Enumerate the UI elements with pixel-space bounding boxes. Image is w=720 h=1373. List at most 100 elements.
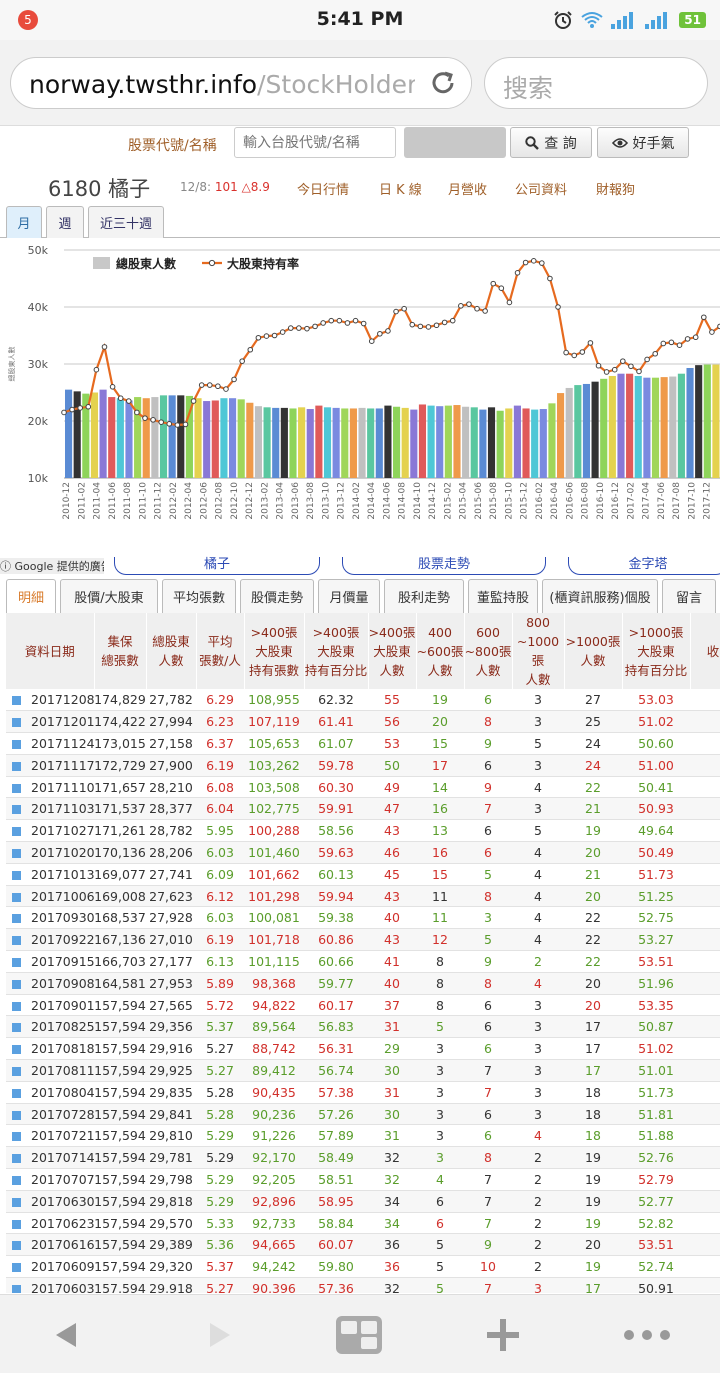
cell-9: 3 — [512, 1081, 564, 1104]
cell-3: 6.03 — [196, 906, 244, 930]
link-today-quote[interactable]: 今日行情 — [297, 179, 349, 198]
cell-1: 174,829 — [94, 689, 146, 712]
tab-week[interactable]: 週 — [46, 206, 84, 238]
cell-close — [690, 906, 720, 930]
stock-code-input[interactable] — [234, 127, 396, 158]
browser-search-box[interactable]: 搜索 — [484, 57, 708, 109]
col-header-1[interactable]: 集保 總張數 — [94, 613, 147, 689]
cell-8: 7 — [464, 1190, 512, 1213]
col-header-11[interactable]: >1000張 大股東 持有百分比 — [622, 613, 691, 689]
tab-average-lots[interactable]: 平均張數 — [162, 579, 236, 613]
line-point — [433, 322, 440, 329]
section-stock-trend[interactable]: 股票走勢 — [342, 557, 546, 575]
link-company-info[interactable]: 公司資料 — [515, 179, 567, 198]
cell-9: 4 — [512, 1124, 564, 1148]
section-pyramid[interactable]: 金字塔 — [568, 557, 720, 575]
col-header-2[interactable]: 總股東 人數 — [146, 613, 197, 689]
cell-11: 53.27 — [622, 928, 690, 952]
back-button[interactable] — [22, 1295, 112, 1373]
cell-3: 5.27 — [196, 1277, 244, 1293]
new-tab-button[interactable] — [458, 1295, 548, 1373]
address-bar[interactable]: norway.twsthr.info/StockHolder — [10, 57, 472, 109]
cell-4: 105,653 — [244, 732, 304, 755]
col-header-5[interactable]: >400張 大股東 持有百分比 — [304, 613, 369, 689]
reload-button[interactable] — [415, 58, 471, 108]
reload-icon — [432, 71, 454, 94]
tab-30-weeks[interactable]: 近三十週 — [88, 206, 164, 238]
cell-6: 53 — [368, 732, 416, 755]
row-marker-icon — [12, 1088, 21, 1098]
col-header-8[interactable]: 600 ~800張 人數 — [464, 613, 513, 689]
info-icon: ⓘ — [0, 560, 11, 573]
bar-shareholders — [298, 407, 306, 478]
cell-1: 157,594 — [94, 1212, 146, 1235]
col-header-10[interactable]: >1000張 人數 — [564, 613, 623, 689]
cell-7: 3 — [416, 1081, 464, 1104]
tab-comments[interactable]: 留言 — [662, 579, 716, 613]
tab-monthly-volume[interactable]: 月價量 — [318, 579, 380, 613]
cell-3: 5.29 — [196, 1146, 244, 1170]
tab-detail[interactable]: 明細 — [6, 579, 56, 613]
cell-10: 21 — [564, 863, 622, 886]
cell-11: 50.60 — [622, 732, 690, 755]
cell-1: 157,594 — [94, 1190, 146, 1213]
col-header-4[interactable]: >400張 大股東 持有張數 — [244, 613, 305, 689]
section-stock-name[interactable]: 橘子 — [114, 557, 320, 575]
cell-close — [690, 928, 720, 952]
cell-9: 3 — [512, 710, 564, 734]
forward-button[interactable] — [174, 1295, 264, 1373]
bar-shareholders — [608, 375, 616, 478]
menu-button[interactable] — [602, 1295, 692, 1373]
x-tick-label: 2013-10 — [321, 482, 331, 520]
cell-7: 5 — [416, 1255, 464, 1279]
search-button[interactable]: 查 詢 — [510, 127, 592, 158]
tab-dividend-trend[interactable]: 股利走勢 — [384, 579, 464, 613]
tab-director-holdings[interactable]: 董監持股 — [468, 579, 538, 613]
tabs-button[interactable] — [314, 1295, 404, 1373]
col-header-9[interactable]: 800 ~1000張 人數 — [512, 613, 565, 689]
bar-shareholders — [99, 389, 107, 478]
cell-date: 20171027 — [6, 819, 95, 843]
col-header-12[interactable]: 收 — [690, 613, 720, 689]
cell-6: 37 — [368, 994, 416, 1017]
cell-8: 7 — [464, 1277, 512, 1293]
col-header-6[interactable]: >400張 大股東 人數 — [368, 613, 417, 689]
link-daily-kline[interactable]: 日 K 線 — [379, 179, 422, 198]
line-point — [701, 314, 707, 321]
tab-price-trend[interactable]: 股價走勢 — [240, 579, 314, 613]
col-header-3[interactable]: 平均 張數/人 — [196, 613, 245, 689]
cell-3: 6.23 — [196, 710, 244, 734]
tab-otc-info[interactable]: (櫃資訊服務)個股 — [542, 579, 658, 613]
cell-6: 40 — [368, 972, 416, 995]
line-point — [571, 352, 578, 359]
col-header-7[interactable]: 400 ~600張 人數 — [416, 613, 465, 689]
cell-6: 31 — [368, 1015, 416, 1039]
tab-price-major-holders[interactable]: 股價/大股東 — [60, 579, 158, 613]
row-marker-icon — [12, 1197, 21, 1207]
price-value: 101 — [214, 180, 238, 194]
link-statementdog[interactable]: 財報狗 — [596, 179, 635, 198]
shareholder-chart: 10k 20k 30k 40k 50k 總股東人數 2010-12 2011-02 2011-0… — [7, 244, 720, 520]
cell-9: 2 — [512, 1168, 564, 1191]
cell-6: 32 — [368, 1277, 416, 1293]
tab-month[interactable]: 月 — [6, 206, 42, 238]
cell-date: 20170908 — [6, 972, 95, 995]
lucky-button[interactable]: 好手氣 — [597, 127, 689, 158]
cell-3: 5.29 — [196, 1124, 244, 1148]
row-marker-icon — [12, 1219, 21, 1229]
cell-10: 17 — [564, 1277, 622, 1293]
google-ad-label[interactable]: ⓘ Google 提供的廣告 — [0, 558, 104, 574]
table-row: 20170609 157,594 29,320 5.37 94,242 59.80 36 5 1… — [6, 1255, 720, 1279]
line-point — [287, 325, 294, 331]
link-monthly-revenue[interactable]: 月營收 — [448, 179, 487, 198]
cell-6: 30 — [368, 1059, 416, 1082]
cell-3: 6.04 — [196, 797, 244, 821]
col-header-0[interactable]: 資料日期 — [6, 613, 95, 689]
row-marker-icon — [12, 761, 21, 771]
cell-9: 3 — [512, 797, 564, 821]
bar-shareholders — [444, 405, 452, 478]
cell-9: 5 — [512, 819, 564, 843]
cell-close — [690, 1190, 720, 1213]
cell-7: 19 — [416, 689, 464, 712]
bar-shareholders — [263, 407, 271, 478]
